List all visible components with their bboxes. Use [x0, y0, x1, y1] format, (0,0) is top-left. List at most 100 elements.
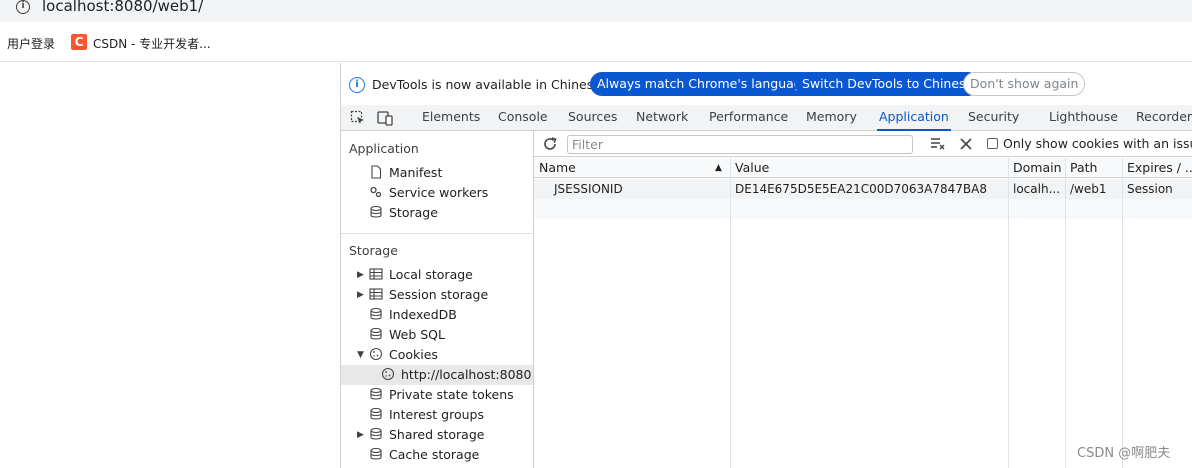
csdn-icon: C — [71, 34, 87, 50]
cookies-table: Name ▲ Value Domain Path Expires / ... JS… — [534, 158, 1192, 468]
expand-arrow-icon[interactable]: ▶ — [357, 265, 364, 285]
sidebar-item-session-storage[interactable]: ▶ Session storage — [357, 285, 489, 305]
cookies-pane: Only show cookies with an issue Name▲ Va… — [534, 131, 1192, 468]
address-bar[interactable]: i localhost:8080/web1/ — [0, 0, 1192, 22]
sidebar-item-label: Private state tokens — [389, 387, 514, 402]
column-header-domain[interactable]: Domain — [1008, 158, 1065, 178]
sidebar-item-cookies[interactable]: ▼ Cookies — [357, 345, 438, 365]
refresh-icon[interactable] — [542, 136, 558, 152]
bookmarks-bar: 用户登录 C CSDN - 专业开发者... — [0, 22, 1192, 62]
device-toolbar-icon[interactable] — [377, 110, 393, 126]
table-icon — [369, 268, 383, 280]
watermark: CSDN @啊肥夫 — [1077, 446, 1171, 461]
sidebar-item-cookies-localhost[interactable]: http://localhost:8080 — [341, 365, 533, 385]
tab-recorder[interactable]: Recorder — [1136, 105, 1192, 131]
clear-filtered-icon[interactable] — [930, 136, 946, 152]
tab-network[interactable]: Network — [636, 105, 688, 131]
bookmark-user-login[interactable]: 用户登录 — [7, 35, 55, 52]
language-infobar: i DevTools is now available in Chinese! … — [341, 70, 1192, 100]
sidebar-item-label: Storage — [389, 205, 438, 220]
sidebar-item-label: Service workers — [389, 185, 489, 200]
switch-to-chinese-button[interactable]: Switch DevTools to Chinese — [795, 72, 981, 96]
tab-application[interactable]: Application — [877, 105, 951, 131]
devtools-panel: i DevTools is now available in Chinese! … — [340, 63, 1192, 468]
database-icon — [370, 427, 382, 440]
tab-lighthouse[interactable]: Lighthouse — [1049, 105, 1118, 131]
sidebar-item-web-sql[interactable]: Web SQL — [369, 325, 445, 345]
table-icon — [369, 288, 383, 300]
database-icon — [370, 387, 382, 400]
sidebar-item-service-workers[interactable]: Service workers — [369, 183, 488, 203]
tab-security[interactable]: Security — [968, 105, 1019, 131]
sidebar-item-interest-groups[interactable]: Interest groups — [369, 405, 484, 425]
sidebar-item-label: Local storage — [389, 267, 473, 282]
sidebar-item-label: http://localhost:8080 — [401, 367, 532, 382]
database-icon — [370, 407, 382, 420]
sidebar-item-cache-storage[interactable]: Cache storage — [369, 445, 479, 465]
sidebar-item-label: Shared storage — [389, 427, 485, 442]
cookie-path-cell[interactable]: /web1 — [1065, 179, 1122, 199]
column-header-name[interactable]: Name ▲ — [534, 158, 730, 178]
info-icon[interactable]: i — [16, 0, 30, 14]
tab-performance[interactable]: Performance — [709, 105, 788, 131]
sidebar-item-label: Cache storage — [389, 447, 480, 462]
sidebar-item-label: Session storage — [389, 287, 489, 302]
cookie-value-cell[interactable]: DE14E675D5E5EA21C00D7063A7847BA8 — [730, 179, 1008, 199]
only-issue-checkbox[interactable]: Only show cookies with an issue — [987, 136, 1192, 151]
database-icon — [370, 307, 382, 320]
sort-ascending-icon: ▲ — [715, 163, 722, 173]
always-match-language-button[interactable]: Always match Chrome's language — [590, 72, 817, 96]
sidebar-item-storage[interactable]: Storage — [369, 203, 438, 223]
column-header-expires[interactable]: Expires / ... — [1122, 158, 1192, 178]
section-title-storage: Storage — [349, 243, 398, 258]
sidebar-item-private-state-tokens[interactable]: Private state tokens — [369, 385, 514, 405]
sidebar-divider — [341, 233, 533, 234]
expand-arrow-icon[interactable]: ▶ — [357, 425, 364, 445]
only-issue-label: Only show cookies with an issue — [1003, 136, 1192, 151]
info-icon: i — [349, 77, 365, 93]
tab-sources[interactable]: Sources — [568, 105, 617, 131]
checkbox-icon[interactable] — [987, 138, 998, 149]
sidebar-item-indexeddb[interactable]: IndexedDB — [369, 305, 457, 325]
gears-icon — [370, 186, 382, 198]
cookie-icon — [381, 367, 395, 381]
tab-console[interactable]: Console — [498, 105, 548, 131]
cookie-name-cell[interactable]: JSESSIONID — [549, 179, 729, 199]
sidebar-item-manifest[interactable]: Manifest — [369, 163, 442, 183]
database-icon — [370, 447, 382, 460]
sidebar-item-label: IndexedDB — [389, 307, 457, 322]
expand-arrow-icon[interactable]: ▶ — [357, 285, 364, 305]
section-title-application: Application — [349, 141, 419, 156]
inspect-element-icon[interactable] — [350, 110, 366, 126]
tab-memory[interactable]: Memory — [806, 105, 857, 131]
close-icon[interactable] — [959, 137, 973, 151]
devtools-tab-bar: Elements Console Sources Network Perform… — [341, 105, 1192, 131]
column-divider[interactable] — [1122, 158, 1123, 468]
filter-input[interactable] — [567, 135, 913, 154]
sidebar-item-label: Web SQL — [389, 327, 445, 342]
bookmark-csdn[interactable]: CSDN - 专业开发者... — [93, 35, 211, 52]
column-divider[interactable] — [730, 158, 731, 468]
column-header-value[interactable]: Value — [730, 158, 1008, 178]
column-header-path[interactable]: Path — [1065, 158, 1122, 178]
cookie-expires-cell[interactable]: Session — [1122, 179, 1192, 199]
sidebar-item-label: Cookies — [389, 347, 438, 362]
table-row-empty[interactable] — [534, 199, 1192, 219]
column-divider[interactable] — [1065, 158, 1066, 468]
sidebar-item-shared-storage[interactable]: ▶ Shared storage — [357, 425, 485, 445]
cookies-toolbar: Only show cookies with an issue — [534, 131, 1192, 157]
tab-elements[interactable]: Elements — [422, 105, 480, 131]
column-divider[interactable] — [1008, 158, 1009, 468]
database-icon — [370, 205, 382, 218]
sidebar-item-local-storage[interactable]: ▶ Local storage — [357, 265, 473, 285]
sidebar-item-label: Interest groups — [389, 407, 484, 422]
dont-show-again-button[interactable]: Don't show again — [963, 72, 1086, 96]
collapse-arrow-icon[interactable]: ▼ — [357, 345, 364, 365]
cookie-domain-cell[interactable]: localh... — [1008, 179, 1065, 199]
application-sidebar: Application Manifest Service workers Sto… — [341, 131, 534, 468]
infobar-message: DevTools is now available in Chinese! — [372, 77, 606, 92]
database-icon — [370, 327, 382, 340]
address-url[interactable]: localhost:8080/web1/ — [42, 0, 203, 15]
cookie-icon — [369, 347, 383, 361]
sidebar-item-label: Manifest — [389, 165, 443, 180]
